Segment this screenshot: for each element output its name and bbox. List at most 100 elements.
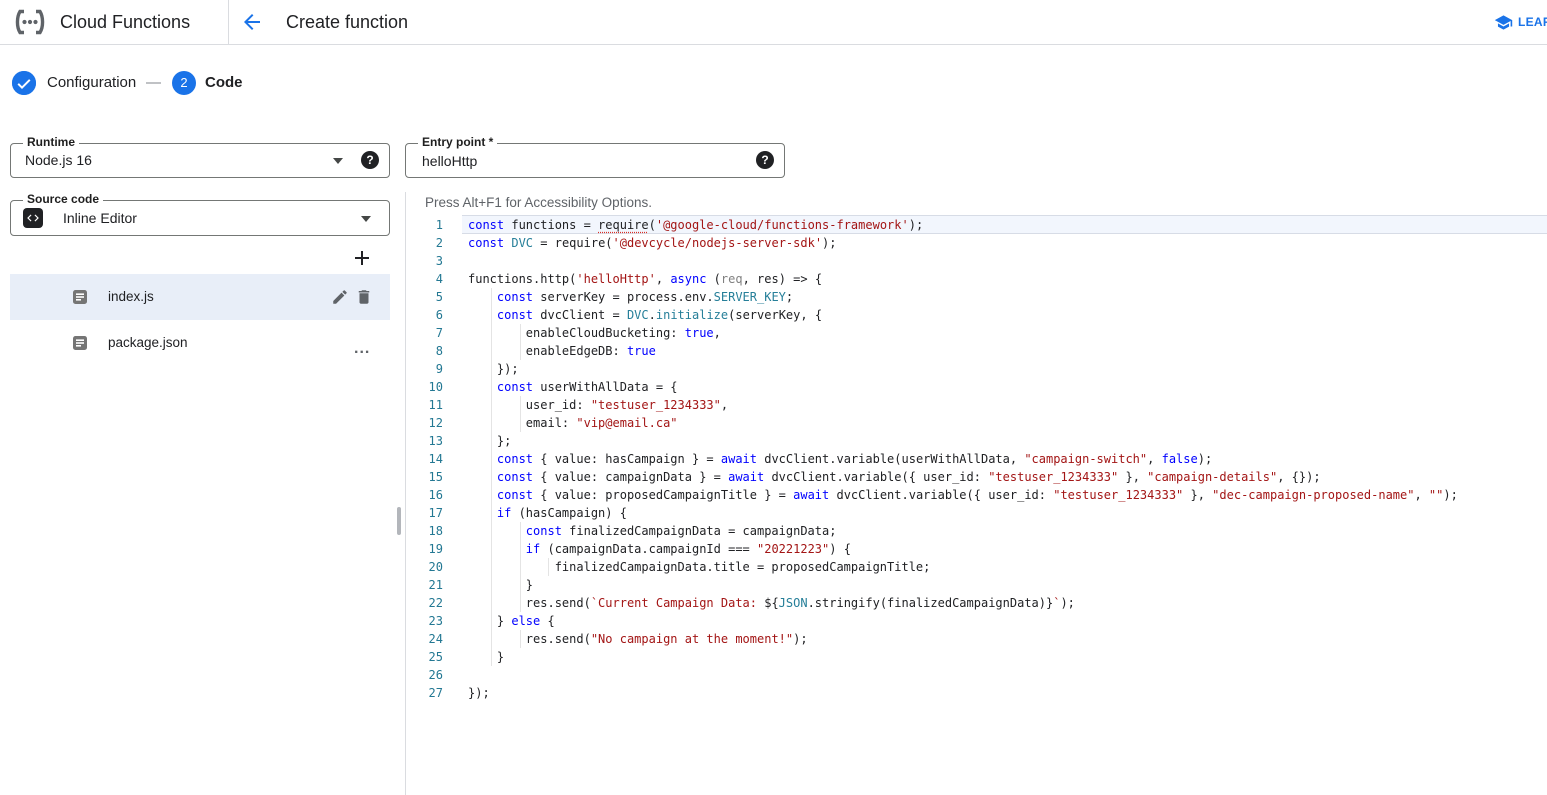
add-file-button[interactable] [350, 246, 374, 270]
code-line-7[interactable]: 7 enableCloudBucketing: true, [406, 324, 1547, 342]
code-line-17[interactable]: 17 if (hasCampaign) { [406, 504, 1547, 522]
line-number: 23 [406, 612, 443, 630]
create-function-page: Cloud Functions Create function LEARN Co… [0, 0, 1547, 795]
line-number: 19 [406, 540, 443, 558]
line-content: } [468, 576, 1547, 594]
line-number: 1 [406, 216, 443, 234]
accessibility-hint: Press Alt+F1 for Accessibility Options. [425, 195, 652, 210]
file-row-index.js[interactable]: index.js [10, 274, 390, 320]
line-number: 21 [406, 576, 443, 594]
code-editor[interactable]: 1 const functions = require('@google-clou… [406, 216, 1547, 736]
back-button[interactable] [240, 10, 264, 34]
entry-point-field[interactable]: Entry point * ? [405, 143, 785, 178]
code-line-9[interactable]: 9 }); [406, 360, 1547, 378]
line-number: 11 [406, 396, 443, 414]
edit-file-button[interactable] [331, 288, 349, 306]
line-content: } [468, 648, 1547, 666]
line-content: enableCloudBucketing: true, [468, 324, 1547, 342]
line-content: if (hasCampaign) { [468, 504, 1547, 522]
line-number: 10 [406, 378, 443, 396]
indent-guide [548, 558, 549, 576]
line-content: functions.http('helloHttp', async (req, … [468, 270, 1547, 288]
code-line-14[interactable]: 14 const { value: hasCampaign } = await … [406, 450, 1547, 468]
line-number: 5 [406, 288, 443, 306]
code-line-2[interactable]: 2const DVC = require('@devcycle/nodejs-s… [406, 234, 1547, 252]
line-number: 24 [406, 630, 443, 648]
indent-guide [491, 288, 492, 306]
line-content: if (campaignData.campaignId === "2022122… [468, 540, 1547, 558]
indent-guide [491, 594, 492, 612]
file-name: package.json [108, 320, 188, 366]
code-line-4[interactable]: 4functions.http('helloHttp', async (req,… [406, 270, 1547, 288]
entry-point-help-icon[interactable]: ? [756, 151, 774, 169]
line-number: 18 [406, 522, 443, 540]
code-line-25[interactable]: 25 } [406, 648, 1547, 666]
line-content: enableEdgeDB: true [468, 342, 1547, 360]
file-more-button[interactable]: ... [354, 326, 370, 372]
indent-guide [491, 468, 492, 486]
line-content: const functions = require('@google-cloud… [468, 216, 1547, 234]
code-line-11[interactable]: 11 user_id: "testuser_1234333", [406, 396, 1547, 414]
entry-point-input[interactable] [420, 145, 724, 177]
code-line-20[interactable]: 20 finalizedCampaignData.title = propose… [406, 558, 1547, 576]
delete-file-button[interactable] [355, 288, 373, 306]
indent-guide [491, 540, 492, 558]
code-line-21[interactable]: 21 } [406, 576, 1547, 594]
code-line-23[interactable]: 23 } else { [406, 612, 1547, 630]
line-number: 3 [406, 252, 443, 270]
line-content: user_id: "testuser_1234333", [468, 396, 1547, 414]
step-separator: — [146, 74, 161, 91]
code-line-13[interactable]: 13 }; [406, 432, 1547, 450]
code-line-16[interactable]: 16 const { value: proposedCampaignTitle … [406, 486, 1547, 504]
code-line-27[interactable]: 27}); [406, 684, 1547, 702]
line-content: const finalizedCampaignData = campaignDa… [468, 522, 1547, 540]
code-line-18[interactable]: 18 const finalizedCampaignData = campaig… [406, 522, 1547, 540]
code-line-10[interactable]: 10 const userWithAllData = { [406, 378, 1547, 396]
line-content: }); [468, 684, 1547, 702]
code-line-6[interactable]: 6 const dvcClient = DVC.initialize(serve… [406, 306, 1547, 324]
code-line-15[interactable]: 15 const { value: campaignData } = await… [406, 468, 1547, 486]
code-line-1[interactable]: 1 const functions = require('@google-clou… [406, 216, 1547, 234]
indent-guide [520, 540, 521, 558]
check-icon [12, 71, 36, 95]
code-line-19[interactable]: 19 if (campaignData.campaignId === "2022… [406, 540, 1547, 558]
learn-link[interactable]: LEARN [1494, 0, 1547, 44]
line-number: 25 [406, 648, 443, 666]
code-line-24[interactable]: 24 res.send("No campaign at the moment!"… [406, 630, 1547, 648]
step-configuration-indicator[interactable] [12, 71, 36, 95]
line-number: 8 [406, 342, 443, 360]
runtime-select[interactable]: Runtime Node.js 16 ? [10, 143, 390, 178]
line-content: const dvcClient = DVC.initialize(serverK… [468, 306, 1547, 324]
code-line-12[interactable]: 12 email: "vip@email.ca" [406, 414, 1547, 432]
indent-guide [491, 342, 492, 360]
indent-guide [520, 324, 521, 342]
step-code-indicator[interactable]: 2 [172, 71, 196, 95]
step-configuration-label[interactable]: Configuration [47, 74, 136, 91]
line-content: } else { [468, 612, 1547, 630]
chevron-down-icon [333, 158, 343, 164]
header-divider [228, 0, 229, 44]
indent-guide [520, 594, 521, 612]
file-row-package.json[interactable]: package.json... [10, 320, 390, 366]
step-code-label[interactable]: Code [205, 74, 243, 91]
file-icon [72, 335, 88, 356]
indent-guide [491, 558, 492, 576]
indent-guide [491, 648, 492, 666]
code-line-3[interactable]: 3 [406, 252, 1547, 270]
line-content: const { value: proposedCampaignTitle } =… [468, 486, 1547, 504]
source-code-select[interactable]: Source code Inline Editor [10, 200, 390, 236]
source-code-value: Inline Editor [63, 201, 137, 235]
line-content: const { value: hasCampaign } = await dvc… [468, 450, 1547, 468]
code-line-22[interactable]: 22 res.send(`Current Campaign Data: ${JS… [406, 594, 1547, 612]
line-number: 17 [406, 504, 443, 522]
line-content: const serverKey = process.env.SERVER_KEY… [468, 288, 1547, 306]
code-line-8[interactable]: 8 enableEdgeDB: true [406, 342, 1547, 360]
line-content: const DVC = require('@devcycle/nodejs-se… [468, 234, 1547, 252]
line-content: }); [468, 360, 1547, 378]
scrollbar-thumb[interactable] [397, 507, 401, 535]
runtime-help-icon[interactable]: ? [361, 151, 379, 169]
code-line-26[interactable]: 26 [406, 666, 1547, 684]
indent-guide [520, 414, 521, 432]
code-line-5[interactable]: 5 const serverKey = process.env.SERVER_K… [406, 288, 1547, 306]
line-content: finalizedCampaignData.title = proposedCa… [468, 558, 1547, 576]
